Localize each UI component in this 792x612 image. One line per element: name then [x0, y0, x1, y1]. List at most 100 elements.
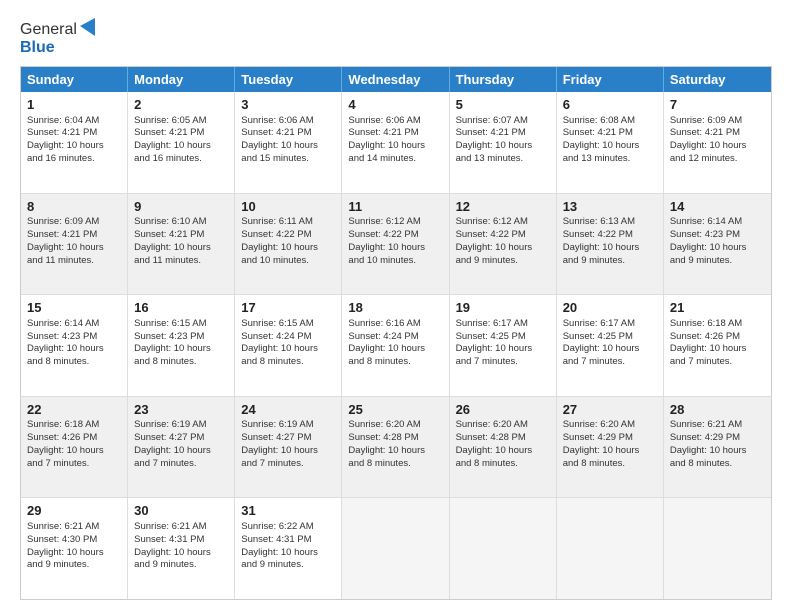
day-info-line: Sunset: 4:24 PM: [348, 331, 442, 344]
day-info-line: and 7 minutes.: [456, 356, 550, 369]
day-info-line: Sunrise: 6:16 AM: [348, 318, 442, 331]
day-info-line: and 9 minutes.: [27, 559, 121, 572]
day-cell-12: 12Sunrise: 6:12 AMSunset: 4:22 PMDayligh…: [450, 194, 557, 295]
day-info-line: Daylight: 10 hours: [670, 343, 765, 356]
calendar-body: 1Sunrise: 6:04 AMSunset: 4:21 PMDaylight…: [21, 92, 771, 599]
day-info-line: Sunrise: 6:06 AM: [348, 115, 442, 128]
day-info-line: Daylight: 10 hours: [563, 140, 657, 153]
day-info-line: and 7 minutes.: [670, 356, 765, 369]
day-info-line: and 8 minutes.: [241, 356, 335, 369]
day-info-line: and 9 minutes.: [456, 255, 550, 268]
svg-text:Blue: Blue: [20, 39, 55, 56]
day-info-line: Sunrise: 6:18 AM: [27, 419, 121, 432]
empty-cell: [450, 498, 557, 599]
day-info-line: Sunrise: 6:15 AM: [134, 318, 228, 331]
day-number: 31: [241, 502, 335, 520]
day-number: 14: [670, 198, 765, 216]
day-info-line: and 8 minutes.: [27, 356, 121, 369]
day-info-line: Sunset: 4:31 PM: [241, 534, 335, 547]
day-info-line: and 8 minutes.: [456, 458, 550, 471]
day-info-line: Sunset: 4:21 PM: [456, 127, 550, 140]
day-info-line: Sunset: 4:27 PM: [134, 432, 228, 445]
day-info-line: and 7 minutes.: [241, 458, 335, 471]
day-cell-3: 3Sunrise: 6:06 AMSunset: 4:21 PMDaylight…: [235, 92, 342, 193]
day-info-line: Daylight: 10 hours: [563, 445, 657, 458]
day-info-line: Sunrise: 6:07 AM: [456, 115, 550, 128]
day-cell-23: 23Sunrise: 6:19 AMSunset: 4:27 PMDayligh…: [128, 397, 235, 498]
day-info-line: Sunset: 4:23 PM: [27, 331, 121, 344]
day-info-line: Sunrise: 6:21 AM: [27, 521, 121, 534]
day-info-line: Daylight: 10 hours: [241, 242, 335, 255]
day-info-line: Sunrise: 6:17 AM: [456, 318, 550, 331]
day-cell-13: 13Sunrise: 6:13 AMSunset: 4:22 PMDayligh…: [557, 194, 664, 295]
day-info-line: Sunset: 4:25 PM: [563, 331, 657, 344]
day-number: 10: [241, 198, 335, 216]
day-cell-29: 29Sunrise: 6:21 AMSunset: 4:30 PMDayligh…: [21, 498, 128, 599]
day-info-line: Daylight: 10 hours: [241, 445, 335, 458]
day-info-line: Sunset: 4:29 PM: [563, 432, 657, 445]
day-info-line: Daylight: 10 hours: [27, 140, 121, 153]
day-info-line: and 10 minutes.: [241, 255, 335, 268]
day-info-line: Sunset: 4:21 PM: [27, 127, 121, 140]
day-number: 11: [348, 198, 442, 216]
day-cell-19: 19Sunrise: 6:17 AMSunset: 4:25 PMDayligh…: [450, 295, 557, 396]
day-info-line: Daylight: 10 hours: [670, 445, 765, 458]
day-number: 30: [134, 502, 228, 520]
day-info-line: and 7 minutes.: [27, 458, 121, 471]
day-info-line: Sunset: 4:25 PM: [456, 331, 550, 344]
page: GeneralBlue SundayMondayTuesdayWednesday…: [0, 0, 792, 612]
day-info-line: Daylight: 10 hours: [27, 547, 121, 560]
calendar-row-3: 15Sunrise: 6:14 AMSunset: 4:23 PMDayligh…: [21, 294, 771, 396]
day-cell-28: 28Sunrise: 6:21 AMSunset: 4:29 PMDayligh…: [664, 397, 771, 498]
day-info-line: Sunrise: 6:08 AM: [563, 115, 657, 128]
day-info-line: Daylight: 10 hours: [670, 242, 765, 255]
day-cell-26: 26Sunrise: 6:20 AMSunset: 4:28 PMDayligh…: [450, 397, 557, 498]
day-info-line: Sunrise: 6:17 AM: [563, 318, 657, 331]
day-info-line: Sunrise: 6:14 AM: [670, 216, 765, 229]
calendar-row-1: 1Sunrise: 6:04 AMSunset: 4:21 PMDaylight…: [21, 92, 771, 193]
day-info-line: Sunrise: 6:12 AM: [456, 216, 550, 229]
day-info-line: Daylight: 10 hours: [456, 242, 550, 255]
day-number: 9: [134, 198, 228, 216]
day-number: 16: [134, 299, 228, 317]
day-number: 18: [348, 299, 442, 317]
day-info-line: and 12 minutes.: [670, 153, 765, 166]
day-cell-5: 5Sunrise: 6:07 AMSunset: 4:21 PMDaylight…: [450, 92, 557, 193]
day-info-line: Sunset: 4:21 PM: [134, 229, 228, 242]
day-info-line: Sunset: 4:21 PM: [670, 127, 765, 140]
day-info-line: Sunset: 4:22 PM: [348, 229, 442, 242]
day-info-line: Sunset: 4:21 PM: [241, 127, 335, 140]
day-info-line: Sunset: 4:23 PM: [670, 229, 765, 242]
day-info-line: and 14 minutes.: [348, 153, 442, 166]
day-info-line: Sunrise: 6:13 AM: [563, 216, 657, 229]
day-info-line: Sunrise: 6:09 AM: [670, 115, 765, 128]
day-info-line: Daylight: 10 hours: [348, 242, 442, 255]
day-number: 21: [670, 299, 765, 317]
day-info-line: Sunrise: 6:06 AM: [241, 115, 335, 128]
day-number: 15: [27, 299, 121, 317]
day-number: 17: [241, 299, 335, 317]
header-day-tuesday: Tuesday: [235, 67, 342, 92]
day-info-line: Daylight: 10 hours: [670, 140, 765, 153]
day-cell-24: 24Sunrise: 6:19 AMSunset: 4:27 PMDayligh…: [235, 397, 342, 498]
day-number: 29: [27, 502, 121, 520]
day-info-line: and 16 minutes.: [27, 153, 121, 166]
day-info-line: Sunrise: 6:19 AM: [241, 419, 335, 432]
calendar-row-4: 22Sunrise: 6:18 AMSunset: 4:26 PMDayligh…: [21, 396, 771, 498]
day-info-line: Sunset: 4:31 PM: [134, 534, 228, 547]
day-cell-21: 21Sunrise: 6:18 AMSunset: 4:26 PMDayligh…: [664, 295, 771, 396]
day-info-line: and 8 minutes.: [563, 458, 657, 471]
day-info-line: Daylight: 10 hours: [134, 547, 228, 560]
header-day-wednesday: Wednesday: [342, 67, 449, 92]
day-info-line: Daylight: 10 hours: [134, 140, 228, 153]
day-info-line: Daylight: 10 hours: [27, 343, 121, 356]
day-info-line: Daylight: 10 hours: [27, 445, 121, 458]
day-info-line: Sunset: 4:23 PM: [134, 331, 228, 344]
day-info-line: Sunset: 4:21 PM: [27, 229, 121, 242]
day-info-line: and 9 minutes.: [134, 559, 228, 572]
day-info-line: Sunrise: 6:21 AM: [670, 419, 765, 432]
day-info-line: Sunrise: 6:19 AM: [134, 419, 228, 432]
calendar: SundayMondayTuesdayWednesdayThursdayFrid…: [20, 66, 772, 600]
day-cell-18: 18Sunrise: 6:16 AMSunset: 4:24 PMDayligh…: [342, 295, 449, 396]
day-info-line: Daylight: 10 hours: [348, 445, 442, 458]
